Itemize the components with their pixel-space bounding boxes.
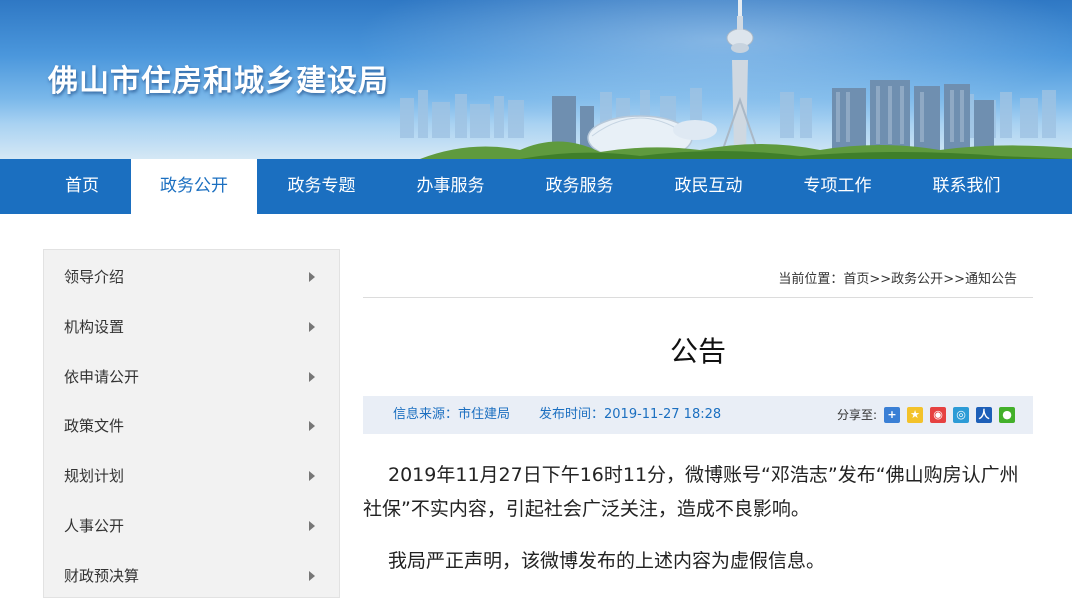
chevron-right-icon [309,272,315,282]
main-nav: 首页 政务公开 政务专题 办事服务 政务服务 政民互动 专项工作 联系我们 [0,159,1072,214]
sidebar-item-label: 依申请公开 [64,368,140,386]
article-publish-time: 发布时间：2019-11-27 18:28 [539,407,722,422]
divider [363,297,1033,298]
sidebar-item-label: 政策文件 [64,417,125,435]
sidebar-item-label: 人事公开 [64,517,125,535]
sidebar-item-plans[interactable]: 规划计划 [44,451,339,501]
breadcrumb-separator: >> [943,272,965,287]
breadcrumb-link-government-affairs[interactable]: 政务公开 [891,272,943,287]
sidebar-item-budget[interactable]: 财政预决算 [44,551,339,601]
chevron-right-icon [309,421,315,431]
nav-item-contact-us[interactable]: 联系我们 [902,159,1031,214]
sidebar-item-personnel[interactable]: 人事公开 [44,501,339,551]
article-paragraph: 2019年11月27日下午16时11分，微博账号“邓浩志”发布“佛山购房认广州社… [363,464,1019,520]
share-label: 分享至: [837,408,878,422]
sidebar-item-organization[interactable]: 机构设置 [44,302,339,352]
article-title: 公告 [669,335,726,368]
breadcrumb-separator: >> [869,272,892,287]
sidebar-item-label: 机构设置 [64,318,125,336]
breadcrumb-link-home[interactable]: 首页 [843,272,869,287]
sidebar-item-label: 财政预决算 [64,567,140,585]
share-more-icon[interactable]: + [884,407,900,423]
sidebar-item-label: 规划计划 [64,467,125,485]
wechat-icon[interactable]: ● [999,407,1015,423]
tencent-weibo-icon[interactable]: ◎ [953,407,969,423]
header-banner: 佛山市住房和城乡建设局 [0,0,1072,159]
sidebar-item-policy-documents[interactable]: 政策文件 [44,401,339,451]
nav-item-government-topics[interactable]: 政务专题 [257,159,386,214]
sidebar-item-label: 领导介绍 [64,268,125,286]
breadcrumb-link-notices[interactable]: 通知公告 [965,272,1017,287]
article-paragraph: 我局严正声明，该微博发布的上述内容为虚假信息。 [388,550,826,572]
sidebar: 领导介绍 机构设置 依申请公开 政策文件 规划计划 人事公开 财政预决算 [43,249,340,598]
chevron-right-icon [309,571,315,581]
sidebar-item-disclosure-on-request[interactable]: 依申请公开 [44,352,339,402]
breadcrumb-prefix: 当前位置： [778,272,844,287]
sidebar-item-leadership[interactable]: 领导介绍 [44,252,339,302]
nav-item-special-work[interactable]: 专项工作 [773,159,902,214]
nav-item-public-interaction[interactable]: 政民互动 [644,159,773,214]
nav-item-office-services[interactable]: 办事服务 [386,159,515,214]
weibo-icon[interactable]: ◉ [930,407,946,423]
nav-item-government-affairs-disclosure[interactable]: 政务公开 [131,159,257,214]
qzone-icon[interactable]: ★ [907,407,923,423]
chevron-right-icon [309,521,315,531]
nav-item-home[interactable]: 首页 [33,159,131,214]
article-meta-bar: 信息来源：市住建局 发布时间：2019-11-27 18:28 分享至: + ★… [363,396,1033,434]
nav-item-government-services[interactable]: 政务服务 [515,159,644,214]
chevron-right-icon [309,471,315,481]
renren-icon[interactable]: 人 [976,407,992,423]
chevron-right-icon [309,322,315,332]
chevron-right-icon [309,372,315,382]
breadcrumb: 当前位置：首页>>政务公开>>通知公告 [778,268,1017,287]
site-title[interactable]: 佛山市住房和城乡建设局 [48,56,389,100]
article-source: 信息来源：市住建局 [393,407,511,422]
